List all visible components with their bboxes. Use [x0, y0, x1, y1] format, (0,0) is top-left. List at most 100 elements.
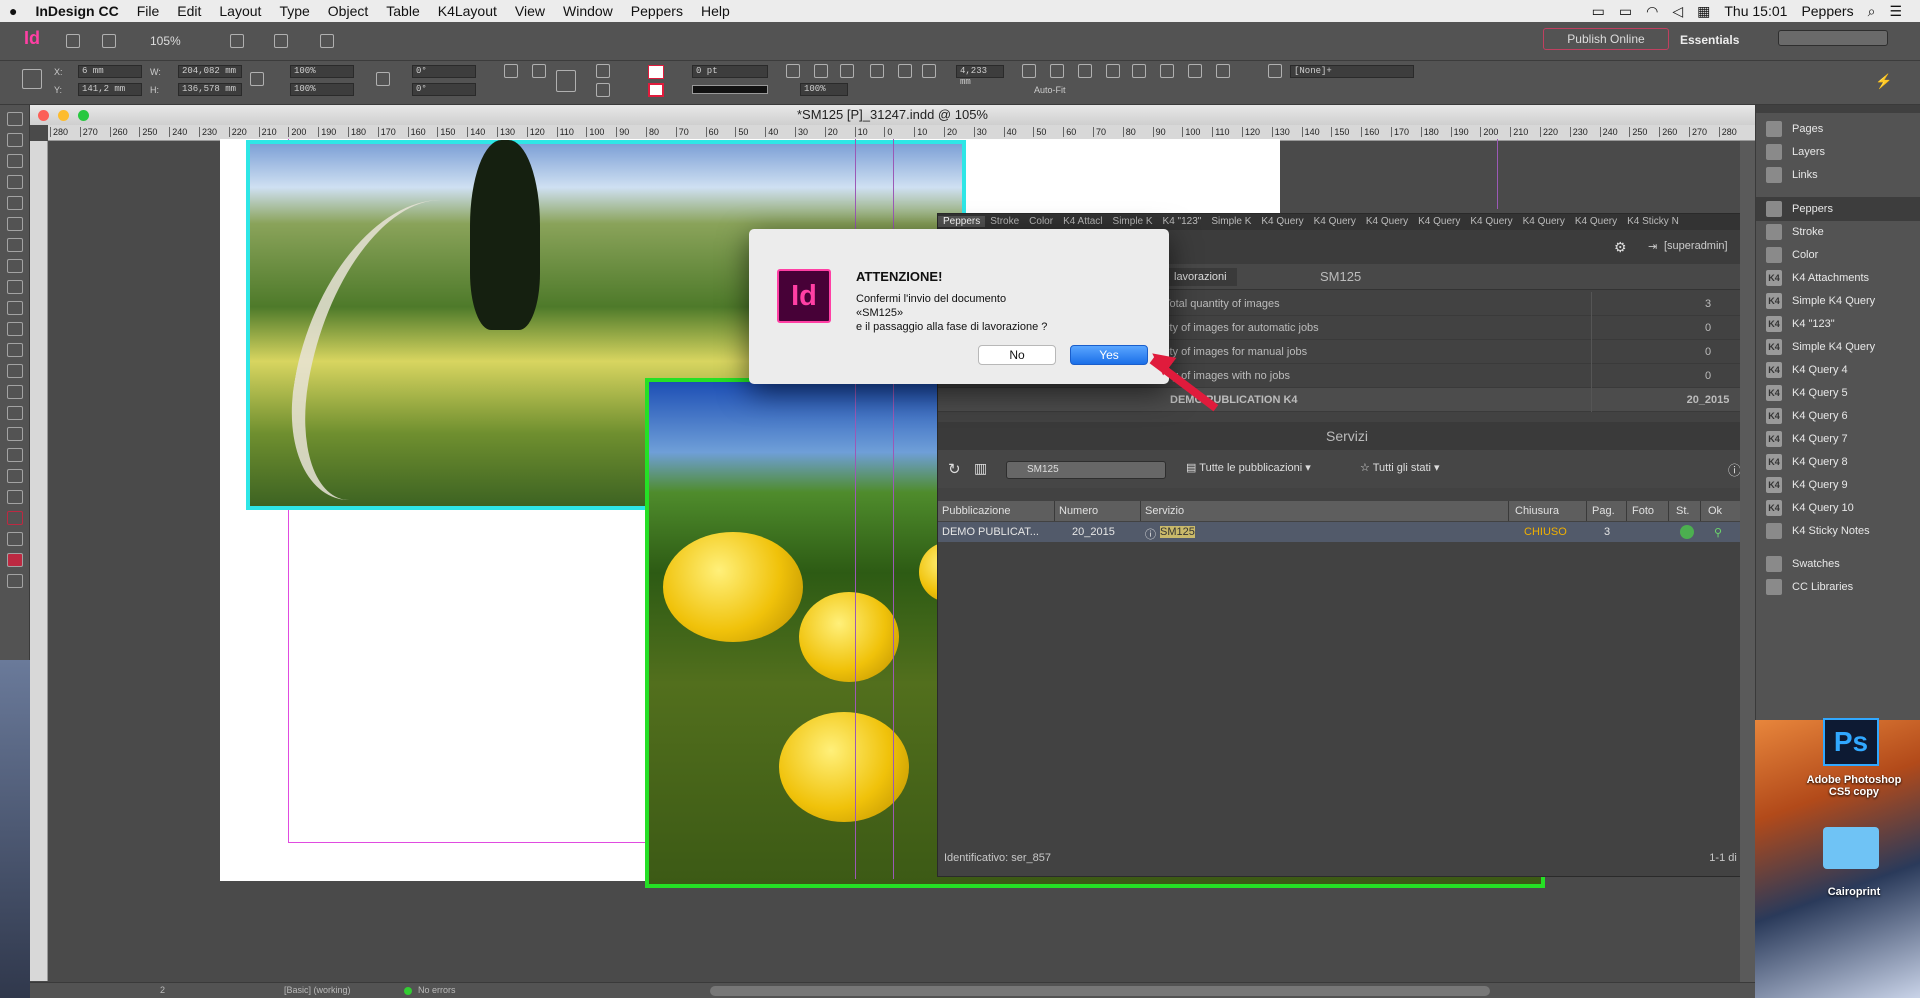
- gap-field[interactable]: 4,233 mm: [956, 65, 1004, 87]
- refresh-icon[interactable]: ↻: [948, 460, 961, 478]
- tab-k4-query[interactable]: K4 Query: [1361, 216, 1413, 227]
- tab-peppers[interactable]: Peppers: [938, 216, 986, 227]
- panel-item-k4-query-5[interactable]: K4 K4 Query 5: [1756, 381, 1920, 405]
- pen-tool-icon[interactable]: [6, 259, 23, 273]
- screen-mode-normal-icon[interactable]: [6, 574, 23, 588]
- panel-item-layers[interactable]: Layers: [1756, 140, 1920, 164]
- yes-button[interactable]: Yes: [1070, 345, 1148, 365]
- stroke-weight-field[interactable]: 0 pt: [692, 65, 768, 78]
- opacity-field[interactable]: 100%: [800, 83, 848, 96]
- fit-frame-icon[interactable]: [1050, 64, 1064, 78]
- folder-icon[interactable]: [1823, 827, 1879, 869]
- menu-type[interactable]: Type: [270, 3, 318, 19]
- notification-center-icon[interactable]: ☰: [1889, 3, 1902, 20]
- constrain-proportions-icon[interactable]: [250, 72, 264, 86]
- page-number[interactable]: 2: [160, 985, 165, 995]
- tab-k4-query[interactable]: K4 Query: [1256, 216, 1308, 227]
- workspace-switcher[interactable]: Essentials: [1680, 33, 1739, 47]
- columns-icon[interactable]: ▥: [974, 460, 987, 477]
- horizontal-scrollbar[interactable]: [710, 986, 1490, 996]
- selection-tool-icon[interactable]: [6, 112, 23, 126]
- menubar-clock[interactable]: Thu 15:01: [1724, 3, 1787, 19]
- menu-peppers[interactable]: Peppers: [622, 3, 692, 19]
- scissors-tool-icon[interactable]: [6, 343, 23, 357]
- effects-fx-icon[interactable]: [840, 64, 854, 78]
- gradient-swatch-tool-icon[interactable]: [6, 385, 23, 399]
- rotate-cw-icon[interactable]: [504, 64, 518, 78]
- y-field[interactable]: 141,2 mm: [78, 83, 142, 96]
- photoshop-label[interactable]: Adobe Photoshop CS5 copy: [1795, 774, 1913, 798]
- panel-item-cc-libraries[interactable]: CC Libraries: [1756, 575, 1920, 599]
- display-icon[interactable]: ▭: [1619, 3, 1632, 20]
- filter-state-dropdown[interactable]: ☆ Tutti gli stati ▾: [1360, 461, 1440, 474]
- col-foto[interactable]: Foto: [1632, 505, 1654, 517]
- flip-vertical-icon[interactable]: [596, 83, 610, 97]
- no-button[interactable]: No: [978, 345, 1056, 365]
- width-field[interactable]: 204,082 mm: [178, 65, 242, 78]
- hand-tool-icon[interactable]: [6, 469, 23, 483]
- publish-online-button[interactable]: Publish Online: [1543, 28, 1669, 50]
- tab-k4-query[interactable]: K4 Query: [1465, 216, 1517, 227]
- panel-item-k4-query-8[interactable]: K4 K4 Query 8: [1756, 450, 1920, 474]
- zoom-level[interactable]: 105%: [150, 34, 181, 48]
- col-pag[interactable]: Pag.: [1592, 505, 1615, 517]
- panel-item-swatches[interactable]: Swatches: [1756, 552, 1920, 576]
- drop-shadow-icon[interactable]: [870, 64, 884, 78]
- menu-view[interactable]: View: [506, 3, 554, 19]
- menu-edit[interactable]: Edit: [168, 3, 210, 19]
- panel-item-k4-query-4[interactable]: K4 K4 Query 4: [1756, 358, 1920, 382]
- tab-k4-query[interactable]: K4 Query: [1570, 216, 1622, 227]
- tab-k4-123[interactable]: K4 "123": [1158, 216, 1207, 227]
- panel-item-k4-query-9[interactable]: K4 K4 Query 9: [1756, 473, 1920, 497]
- col-chiusura[interactable]: Chiusura: [1515, 505, 1559, 517]
- panel-item-stroke[interactable]: Stroke: [1756, 220, 1920, 244]
- gradient-feather-tool-icon[interactable]: [6, 406, 23, 420]
- align-center-icon[interactable]: [1160, 64, 1174, 78]
- dock-grip[interactable]: [1756, 105, 1920, 113]
- tab-k4-attachments[interactable]: K4 Attacl: [1058, 216, 1107, 227]
- page-tool-icon[interactable]: [6, 154, 23, 168]
- col-pubblicazione[interactable]: Pubblicazione: [942, 505, 1011, 517]
- note-tool-icon[interactable]: [6, 427, 23, 441]
- folder-label[interactable]: Cairoprint: [1795, 886, 1913, 898]
- line-tool-icon[interactable]: [6, 238, 23, 252]
- settings-gear-icon[interactable]: ⚙: [1614, 239, 1627, 256]
- link-scale-icon[interactable]: [376, 72, 390, 86]
- panel-item-k4-123[interactable]: K4 K4 "123": [1756, 312, 1920, 336]
- panel-item-k4-query-7[interactable]: K4 K4 Query 7: [1756, 427, 1920, 451]
- tab-k4-query[interactable]: K4 Query: [1309, 216, 1361, 227]
- screen-mode-icon[interactable]: [274, 34, 288, 48]
- fill-proportionally-icon[interactable]: [1106, 64, 1120, 78]
- tab-color[interactable]: Color: [1024, 216, 1058, 227]
- panel-item-k4-query-6[interactable]: K4 K4 Query 6: [1756, 404, 1920, 428]
- height-field[interactable]: 136,578 mm: [178, 83, 242, 96]
- vertical-scrollbar[interactable]: [1740, 141, 1755, 982]
- stroke-swatch[interactable]: [648, 83, 664, 97]
- auto-fit-checkbox[interactable]: Auto-Fit: [1034, 85, 1066, 95]
- preflight-profile[interactable]: [Basic] (working): [284, 985, 351, 995]
- menu-object[interactable]: Object: [319, 3, 377, 19]
- scale-y-field[interactable]: 100%: [290, 83, 354, 96]
- type-tool-icon[interactable]: [6, 217, 23, 231]
- distribute-icon[interactable]: [1216, 64, 1230, 78]
- panel-item-simple-k4-query[interactable]: K4 Simple K4 Query: [1756, 335, 1920, 359]
- screen-share-icon[interactable]: ▭: [1592, 3, 1605, 20]
- align-right-icon[interactable]: [1188, 64, 1202, 78]
- preflight-status[interactable]: No errors: [418, 985, 456, 995]
- panel-item-color[interactable]: Color: [1756, 243, 1920, 267]
- minimize-window-icon[interactable]: [58, 110, 69, 121]
- menu-table[interactable]: Table: [377, 3, 428, 19]
- free-transform-tool-icon[interactable]: [6, 364, 23, 378]
- tab-simple-k4[interactable]: Simple K: [1108, 216, 1158, 227]
- help-search-input[interactable]: [1778, 30, 1888, 46]
- stroke-type-select[interactable]: [692, 85, 768, 94]
- object-style-select[interactable]: [None]+: [1290, 65, 1414, 78]
- tab-k4-sticky[interactable]: K4 Sticky N: [1622, 216, 1684, 227]
- zoom-window-icon[interactable]: [78, 110, 89, 121]
- apple-icon[interactable]: ●: [0, 3, 26, 19]
- x-field[interactable]: 6 mm: [78, 65, 142, 78]
- menu-window[interactable]: Window: [554, 3, 622, 19]
- panel-item-peppers[interactable]: Peppers: [1756, 197, 1920, 221]
- rectangle-frame-tool-icon[interactable]: [6, 301, 23, 315]
- gap-tool-icon[interactable]: [6, 175, 23, 189]
